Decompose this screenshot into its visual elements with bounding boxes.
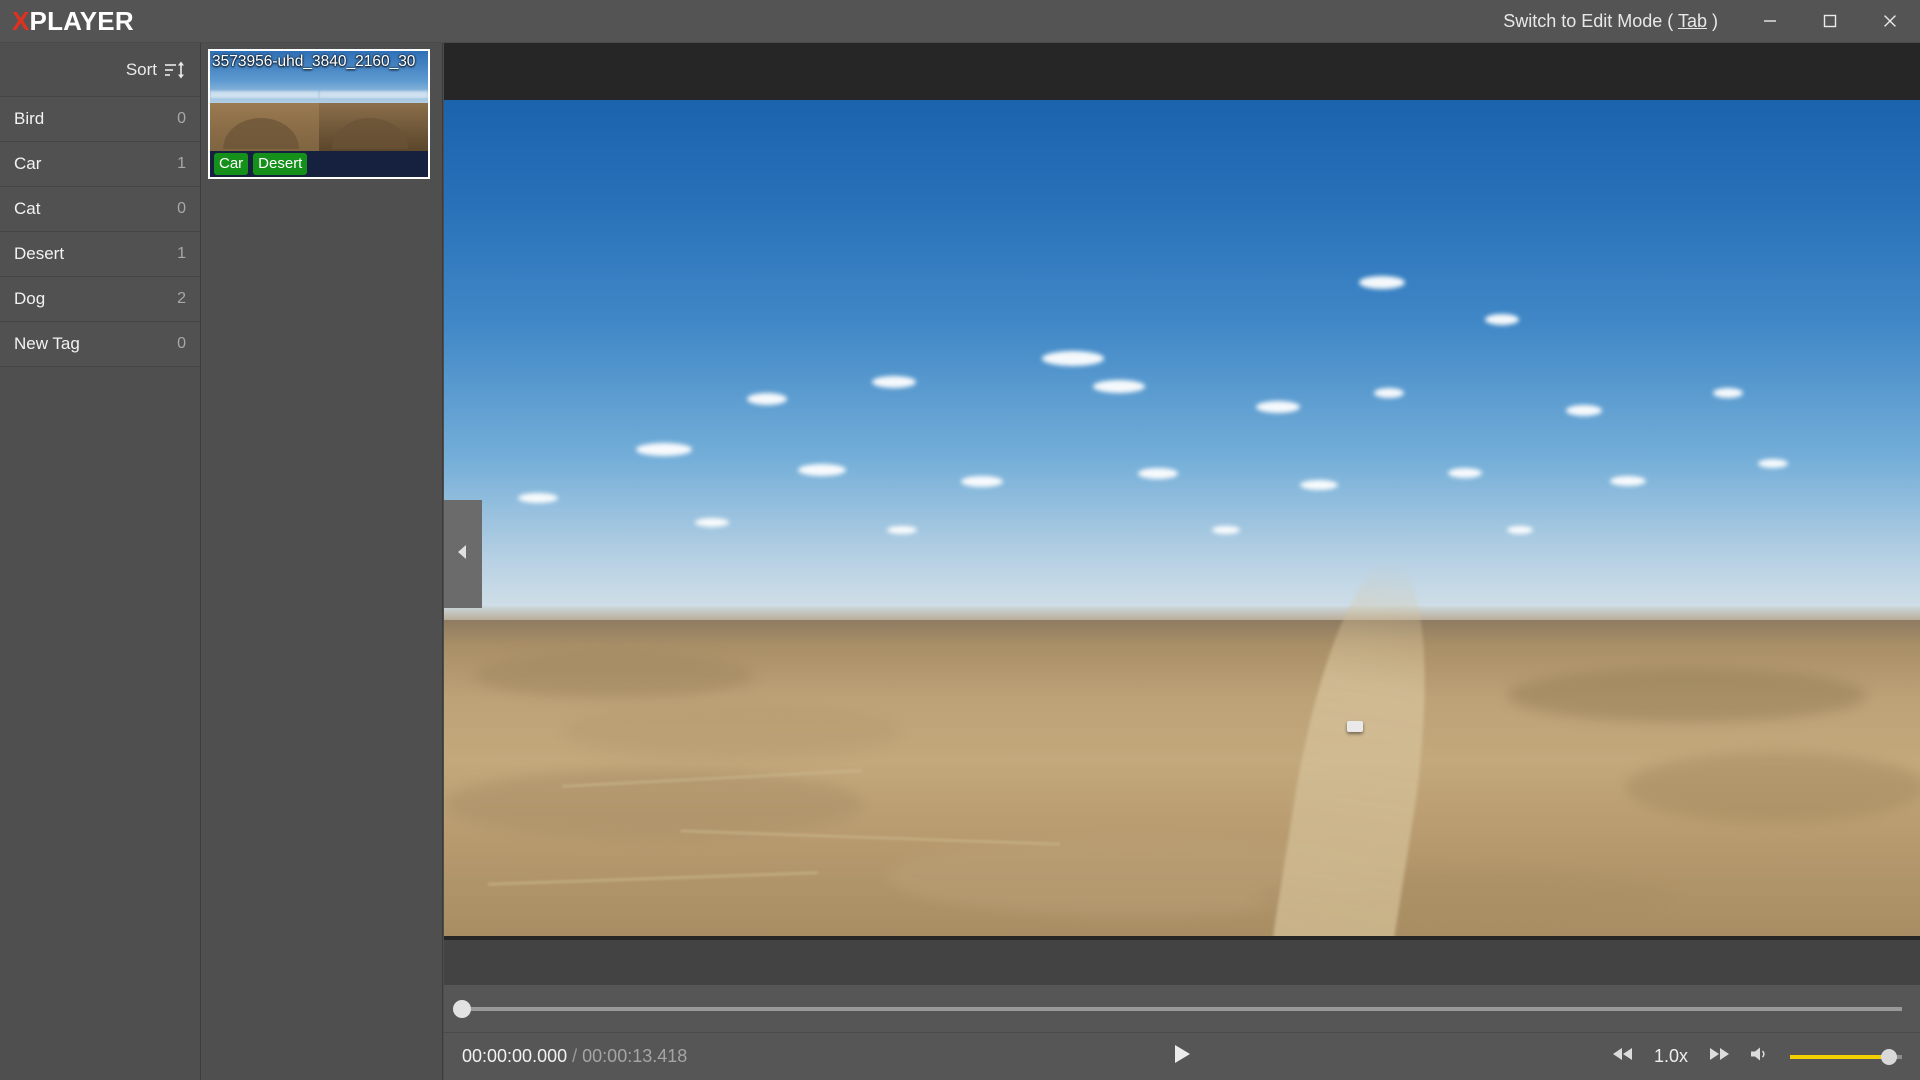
close-button[interactable] [1860,0,1920,43]
tag-name: Bird [14,109,45,128]
cloud [1447,467,1482,478]
volume-icon [1748,1045,1770,1068]
tag-item-desert[interactable]: Desert 1 [0,232,200,277]
app-logo-text: PLAYER [29,6,134,36]
edit-mode-tab-key: Tab [1677,10,1707,31]
terrain-patch [1624,752,1920,823]
rewind-icon [1611,1046,1635,1067]
maximize-icon [1821,12,1839,30]
cloud [1041,350,1104,366]
cloud [635,442,692,456]
maximize-button[interactable] [1800,0,1860,43]
terrain-patch [562,701,903,760]
minimize-button[interactable] [1740,0,1800,43]
current-time: 00:00:00.000 [462,1046,568,1066]
right-controls: 1.0x [1610,1044,1902,1070]
thumbnail-filename: 3573956-uhd_3840_2160_30 [212,53,416,70]
volume-slider[interactable] [1790,1048,1902,1065]
app-logo-x: X [12,6,30,36]
tag-count: 1 [177,245,186,262]
fast-forward-icon [1707,1046,1731,1067]
cloud [517,492,558,503]
tag-item-new-tag[interactable]: New Tag 0 [0,322,200,367]
switch-to-edit-mode-button[interactable]: Switch to Edit Mode ( Tab ) [1503,11,1718,32]
tag-count: 1 [177,155,186,172]
tag-count: 0 [177,110,186,127]
volume-handle[interactable] [1880,1048,1897,1065]
tag-count: 0 [177,200,186,217]
app-logo: XPLAYER [12,8,134,34]
video-frame[interactable] [444,100,1920,936]
tag-name: Desert [14,244,65,263]
close-icon [1881,12,1899,30]
rewind-button[interactable] [1610,1044,1636,1070]
sort-button[interactable]: Sort [0,43,200,97]
seek-bar-row [444,985,1920,1033]
cloud [960,476,1003,488]
time-display: 00:00:00.000 / 00:00:13.418 [462,1046,687,1067]
title-bar: XPLAYER Switch to Edit Mode ( Tab ) [0,0,1920,43]
thumbnail-tag-badge[interactable]: Car [214,153,249,175]
tag-list: Bird 0 Car 1 Cat 0 Desert 1 Dog 2 New Tag 0 [0,97,200,367]
tag-item-cat[interactable]: Cat 0 [0,187,200,232]
collapse-panel-button[interactable] [444,500,482,608]
cloud [1565,405,1602,417]
cloud [872,375,917,388]
sort-label: Sort [125,59,157,79]
chevron-left-icon [455,543,471,566]
volume-fill [1790,1054,1889,1059]
sort-icon [164,61,186,79]
edit-mode-suffix: ) [1707,10,1718,31]
play-button[interactable] [1160,1037,1204,1077]
video-sky [444,100,1920,627]
tag-name: New Tag [14,334,80,353]
tag-sidebar: Sort Bird 0 Car 1 Cat 0 Desert 1 Dog 2 New Tag 0 [0,43,201,1080]
fast-forward-button[interactable] [1706,1044,1732,1070]
playback-speed-button[interactable]: 1.0x [1650,1046,1692,1067]
cloud [746,392,787,405]
cloud [1137,467,1178,479]
tag-count: 2 [177,290,186,307]
vehicle [1347,721,1364,733]
cloud [694,518,729,527]
mute-button[interactable] [1746,1044,1772,1070]
tag-count: 0 [177,335,186,352]
tag-name: Cat [14,199,41,218]
thumbnail-tag-badges: Car Desert [210,151,428,177]
tag-name: Dog [14,289,46,308]
total-duration: 00:00:13.418 [582,1046,688,1066]
time-separator: / [572,1046,578,1066]
cloud [1359,275,1406,289]
title-bar-right: Switch to Edit Mode ( Tab ) [1503,0,1920,42]
terrain-patch [473,651,754,698]
edit-mode-prefix: Switch to Edit Mode ( [1503,10,1678,31]
player-controls: 00:00:00.000 / 00:00:13.418 1.0x [444,985,1920,1080]
thumbnail-tag-badge[interactable]: Desert [253,153,308,175]
tag-item-car[interactable]: Car 1 [0,142,200,187]
play-icon [1171,1042,1193,1071]
tag-item-dog[interactable]: Dog 2 [0,277,200,322]
tag-name: Car [14,154,42,173]
minimize-icon [1761,12,1779,30]
thumbnail-item[interactable]: 3573956-uhd_3840_2160_30 Car Desert [208,49,430,179]
tag-item-bird[interactable]: Bird 0 [0,97,200,142]
cloud [798,463,847,476]
seek-bar[interactable] [453,999,1902,1018]
cloud [1484,314,1519,326]
video-player-area: 00:00:00.000 / 00:00:13.418 1.0x [444,43,1920,1080]
seek-handle[interactable] [453,999,471,1018]
thumbnail-panel: 3573956-uhd_3840_2160_30 Car Desert [202,43,443,1080]
control-button-row: 00:00:00.000 / 00:00:13.418 1.0x [444,1033,1920,1080]
cloud [1255,400,1300,413]
